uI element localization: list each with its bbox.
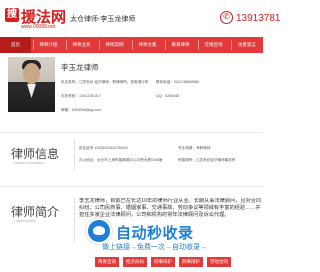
info-section-subtitle: Lawyer information (14, 161, 44, 165)
nav-item-intro[interactable]: 律师介绍 (33, 37, 64, 53)
info-address: 办公地址：太仓市上海东路新城中心中贸大厦1506室 (79, 158, 163, 162)
logo-url: www.00088.net (21, 24, 56, 30)
intro-section-title: 律师简介 (11, 205, 60, 219)
lawyer-photo (8, 57, 55, 112)
tab-economic-disputes[interactable]: 经济纠纷 (123, 257, 147, 267)
tab-criminal-defense-2[interactable]: 刑事辩护 (179, 257, 203, 267)
info-firm: 所属律所：江苏世纪经济律师事务所 (178, 158, 236, 162)
nav-item-consult[interactable]: 在线咨询 (198, 37, 229, 53)
profile-qq: QQ：5254048 (156, 94, 180, 98)
watermark-logo-icon (86, 218, 112, 244)
nav-item-home[interactable]: 首页 (0, 37, 31, 53)
nav-item-contact[interactable]: 联系律师 (165, 37, 196, 53)
profile-phone: 手机号码：13913781317 (61, 94, 101, 98)
header-phone: 13913781 (236, 13, 281, 24)
main-nav: 首页 律师介绍 律师业务 律师案例 律师文集 联系律师 在线咨询 访客留言 (0, 37, 263, 53)
profile-tel: 联系电话：0512-58682880 (156, 80, 200, 84)
tab-criminal-defense[interactable]: 刑事辩护 (151, 257, 175, 267)
info-section-title: 律师信息 (11, 147, 60, 161)
nav-item-cases[interactable]: 律师案例 (99, 37, 130, 53)
section-divider (0, 186, 263, 187)
profile-firm: 执业机构：江苏世纪·经济律师，职律师所，张家港分所 (61, 80, 149, 84)
watermark-text: 自动秒收录 (116, 224, 194, 242)
section-vline (74, 198, 75, 242)
tab-brief-consult[interactable]: 简要咨询 (95, 257, 119, 267)
info-specialty: 专业领域：专职律师 (178, 146, 211, 150)
section-vline (74, 140, 75, 170)
lawyer-name: 李玉龙律师 (61, 63, 99, 72)
page-title: 太仓律师-李玉龙律师 (70, 16, 136, 23)
info-license: 执业证号 13205201610750497 (79, 146, 129, 150)
phone-icon: ✆ (220, 11, 233, 24)
intro-section-subtitle: Lawyer profile (14, 219, 36, 223)
profile-email: 邮箱：5254048@qq.com (61, 108, 102, 112)
watermark-subtext: 做上链接→免费一次→自动收录→ (102, 244, 207, 251)
tab-labor-contract[interactable]: 劳动合同 (207, 257, 231, 267)
nav-item-business[interactable]: 律师业务 (66, 37, 97, 53)
logo-icon: 搜 (5, 8, 19, 22)
nav-item-articles[interactable]: 律师文集 (132, 37, 163, 53)
nav-item-guestbook[interactable]: 访客留言 (231, 37, 263, 53)
section-divider (0, 132, 263, 133)
